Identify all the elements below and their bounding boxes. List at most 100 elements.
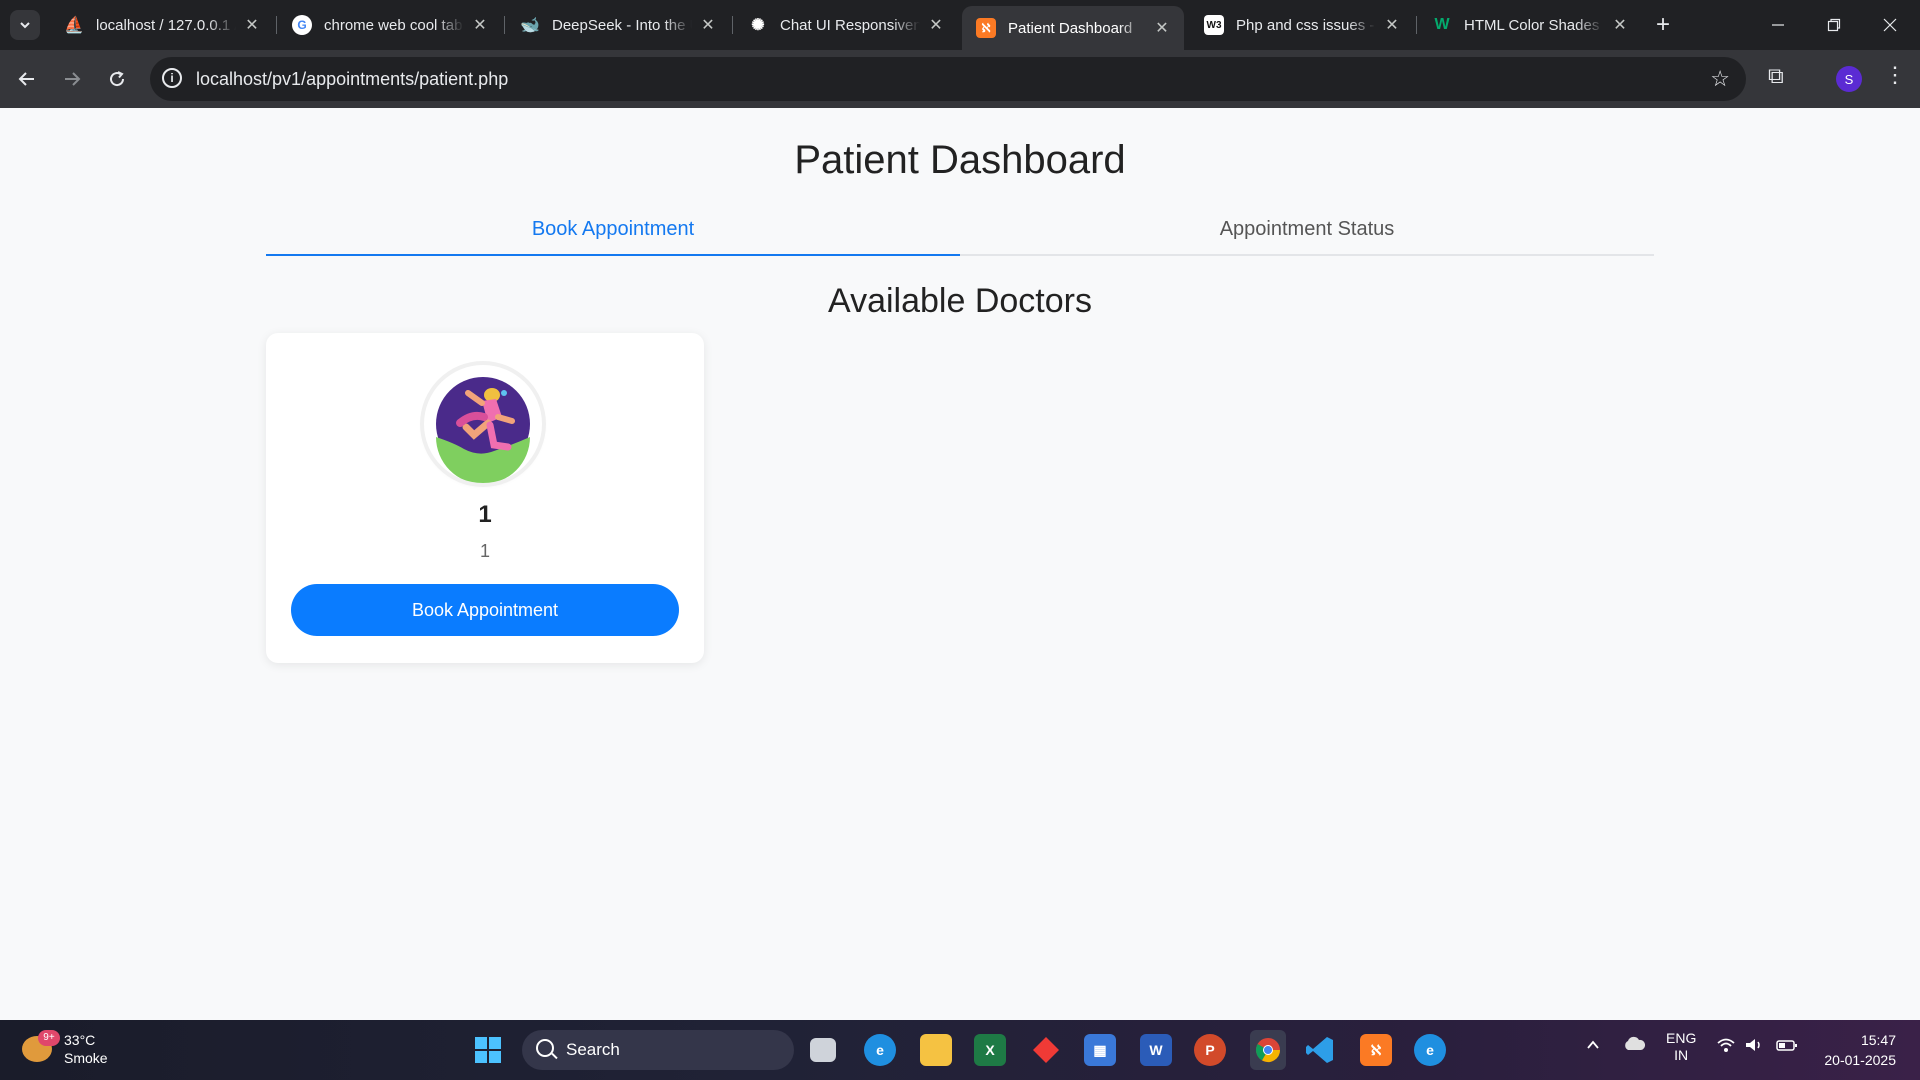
extensions-icon[interactable]: ⧉ xyxy=(1768,63,1784,89)
minimize-button[interactable] xyxy=(1750,0,1806,50)
microsoft-store-icon[interactable]: ▦ xyxy=(1084,1034,1116,1066)
phpmyadmin-icon: ⛵ xyxy=(64,17,84,34)
book-appointment-button[interactable]: Book Appointment xyxy=(291,584,679,636)
close-tab-icon[interactable]: ✕ xyxy=(1382,15,1402,35)
close-tab-icon[interactable]: ✕ xyxy=(242,15,262,35)
profile-avatar[interactable]: S xyxy=(1836,66,1862,92)
windows-logo-icon xyxy=(475,1037,501,1063)
battery-icon[interactable] xyxy=(1776,1036,1798,1057)
browser-tab-title: HTML Color Shades xyxy=(1464,16,1600,34)
close-icon xyxy=(1883,18,1897,32)
bookmark-star-icon[interactable]: ☆ xyxy=(1710,66,1730,92)
browser-tab-title: DeepSeek - Into the U xyxy=(552,16,692,34)
clock-time: 15:47 xyxy=(1860,1032,1896,1048)
vscode-logo-icon xyxy=(1306,1037,1333,1063)
browser-tab-strip: ⛵ localhost / 127.0.0.1 / ... ✕ G chrome… xyxy=(0,0,1920,50)
new-tab-button[interactable]: + xyxy=(1650,12,1676,38)
url-text[interactable]: localhost/pv1/appointments/patient.php xyxy=(196,69,508,90)
close-window-button[interactable] xyxy=(1862,0,1918,50)
word-icon[interactable]: W xyxy=(1140,1034,1172,1066)
onedrive-icon[interactable] xyxy=(1622,1036,1646,1055)
tab-search-button[interactable] xyxy=(10,10,40,40)
close-tab-icon[interactable]: ✕ xyxy=(926,15,946,35)
address-bar[interactable]: i localhost/pv1/appointments/patient.php… xyxy=(150,57,1746,101)
tab-book-appointment[interactable]: Book Appointment xyxy=(266,204,960,256)
browser-tab[interactable]: W3 Php and css issues - ✕ xyxy=(1190,6,1414,44)
forward-button[interactable] xyxy=(56,63,88,95)
doctor-card: 1 1 Book Appointment xyxy=(266,333,704,663)
tab-appointment-status[interactable]: Appointment Status xyxy=(960,204,1654,254)
close-tab-icon[interactable]: ✕ xyxy=(470,15,490,35)
excel-icon[interactable]: X xyxy=(974,1034,1006,1066)
browser-tab[interactable]: G chrome web cool tab ✕ xyxy=(278,6,502,44)
notification-badge: 9+ xyxy=(38,1030,60,1046)
browser-tab-title: chrome web cool tab xyxy=(324,16,463,34)
speaker-icon xyxy=(1746,1039,1760,1051)
section-title: Available Doctors xyxy=(828,282,1092,320)
browser-tab-title: localhost / 127.0.0.1 / ... xyxy=(96,16,236,34)
minimize-icon xyxy=(1772,24,1784,26)
close-tab-icon[interactable]: ✕ xyxy=(698,15,718,35)
language-indicator[interactable]: ENG IN xyxy=(1666,1030,1696,1064)
arrow-left-icon xyxy=(18,72,34,86)
anydesk-icon[interactable] xyxy=(1030,1034,1062,1066)
browser-tab-active[interactable]: ℵ Patient Dashboard ✕ xyxy=(962,6,1184,50)
wifi-icon[interactable] xyxy=(1716,1036,1736,1057)
chrome-logo-icon xyxy=(1255,1038,1280,1063)
page-title: Patient Dashboard xyxy=(794,138,1126,182)
browser-tab-title: Php and css issues - xyxy=(1236,16,1375,34)
more-menu-icon[interactable]: ⋮ xyxy=(1884,64,1906,86)
browser-tab[interactable]: ✺ Chat UI Responsivene ✕ xyxy=(734,6,958,44)
xampp-taskbar-icon[interactable]: ℵ xyxy=(1360,1034,1392,1066)
chatgpt-icon: ✺ xyxy=(751,17,765,34)
search-placeholder: Search xyxy=(566,1040,620,1059)
tab-separator xyxy=(276,16,277,34)
tab-separator xyxy=(504,16,505,34)
doctor-avatar-illustration xyxy=(436,377,530,483)
reload-button[interactable] xyxy=(101,63,133,95)
chevron-up-icon[interactable] xyxy=(1586,1038,1600,1055)
site-info-icon[interactable]: i xyxy=(162,68,182,88)
close-tab-icon[interactable]: ✕ xyxy=(1610,15,1630,35)
volume-icon[interactable] xyxy=(1744,1036,1764,1057)
search-icon xyxy=(536,1039,554,1057)
google-icon: G xyxy=(292,15,312,35)
edge-dev-icon[interactable]: e xyxy=(1414,1034,1446,1066)
back-button[interactable] xyxy=(11,63,43,95)
restore-button[interactable] xyxy=(1806,0,1862,50)
w3schools-icon: W xyxy=(1434,16,1450,33)
chrome-icon[interactable] xyxy=(1250,1030,1286,1070)
region-code: IN xyxy=(1674,1047,1689,1063)
browser-tab[interactable]: 🐋 DeepSeek - Into the U ✕ xyxy=(506,6,730,44)
close-tab-icon[interactable]: ✕ xyxy=(1152,18,1172,38)
browser-tab-title: Chat UI Responsivene xyxy=(780,16,920,34)
cloud-icon xyxy=(1625,1036,1646,1050)
battery-level-icon xyxy=(1776,1040,1797,1051)
dashboard-tabs: Book Appointment Appointment Status xyxy=(266,204,1654,256)
tab-separator xyxy=(1416,16,1417,34)
start-button[interactable] xyxy=(472,1034,504,1066)
system-clock[interactable]: 15:47 20-01-2025 xyxy=(1812,1030,1896,1070)
weather-widget[interactable]: 9+ 33°C Smoke xyxy=(22,1030,142,1070)
edge-icon[interactable]: e xyxy=(864,1034,896,1066)
browser-tab[interactable]: W HTML Color Shades ✕ xyxy=(1418,6,1642,44)
w3-icon: W3 xyxy=(1204,15,1224,35)
powerpoint-icon[interactable]: P xyxy=(1194,1034,1226,1066)
vscode-icon[interactable] xyxy=(1304,1034,1336,1066)
doctor-avatar xyxy=(424,365,542,483)
weather-condition: Smoke xyxy=(64,1050,108,1066)
doctor-name: 1 xyxy=(478,501,492,528)
language-code: ENG xyxy=(1666,1030,1697,1046)
reload-icon xyxy=(110,71,125,87)
task-view-icon[interactable] xyxy=(810,1038,836,1062)
clock-date: 20-01-2025 xyxy=(1824,1052,1896,1068)
taskbar-search[interactable]: Search xyxy=(522,1030,794,1070)
xampp-icon: ℵ xyxy=(976,18,996,38)
browser-tab[interactable]: ⛵ localhost / 127.0.0.1 / ... ✕ xyxy=(50,6,274,44)
doctor-specialization: 1 xyxy=(479,541,490,561)
file-explorer-icon[interactable] xyxy=(920,1034,952,1066)
deepseek-icon: 🐋 xyxy=(520,17,540,34)
arrow-right-icon xyxy=(65,72,81,86)
chevron-down-icon xyxy=(20,22,30,29)
show-hidden-icons-icon xyxy=(1587,1040,1599,1049)
